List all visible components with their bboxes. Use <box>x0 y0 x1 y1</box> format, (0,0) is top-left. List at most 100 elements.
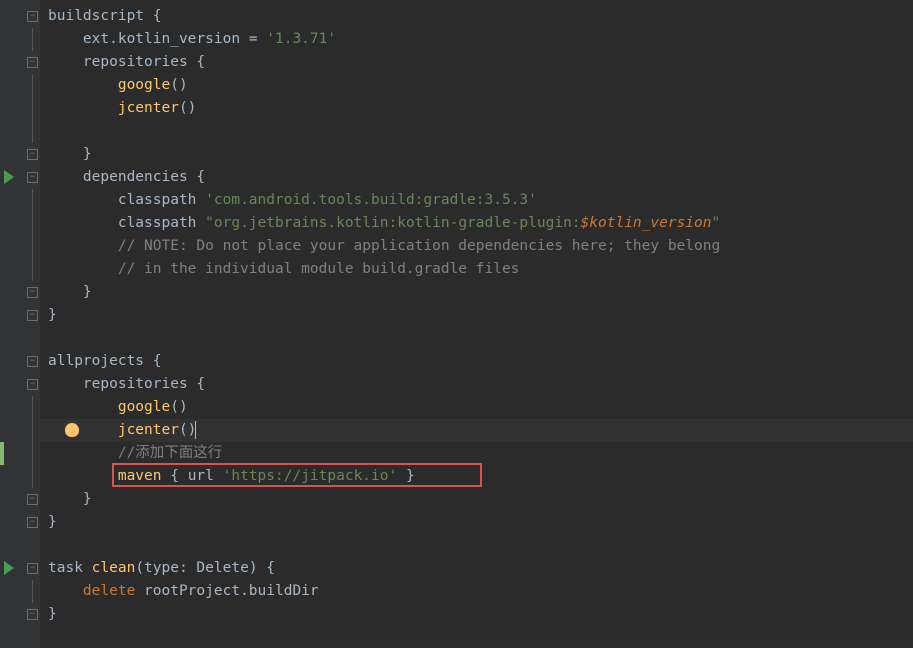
code-editor[interactable]: − − − − − − − − − − − − buildscript { ext.kotlin_ve… <box>0 0 913 648</box>
gutter-line <box>0 396 40 419</box>
fold-toggle-icon[interactable]: − <box>27 609 38 620</box>
code-line[interactable] <box>40 120 913 143</box>
fold-toggle-icon[interactable]: − <box>27 287 38 298</box>
gutter-line <box>0 465 40 488</box>
fold-guide <box>32 396 33 419</box>
code-token-identifier: dependencies <box>83 169 188 185</box>
code-token-string: '1.3.71' <box>266 31 336 47</box>
fold-guide <box>32 189 33 212</box>
code-token-identifier: buildDir <box>249 583 319 599</box>
indent <box>48 31 83 47</box>
indent <box>48 100 118 116</box>
fold-toggle-icon[interactable]: − <box>27 356 38 367</box>
code-token-brace: () <box>170 399 187 415</box>
code-line[interactable]: google() <box>40 74 913 97</box>
code-token-brace: () <box>179 422 196 438</box>
text-caret <box>195 421 196 439</box>
indent <box>48 284 83 300</box>
code-token-method: jcenter <box>118 100 179 116</box>
run-gutter-icon[interactable] <box>4 561 14 575</box>
code-line[interactable] <box>40 327 913 350</box>
gutter-line: − <box>0 603 40 626</box>
code-line[interactable]: allprojects { <box>40 350 913 373</box>
gutter-line: − <box>0 373 40 396</box>
code-line[interactable]: delete rootProject.buildDir <box>40 580 913 603</box>
gutter-line <box>0 419 40 442</box>
code-line[interactable]: google() <box>40 396 913 419</box>
indent <box>48 238 118 254</box>
code-token-brace: ( <box>135 560 144 576</box>
indent <box>48 399 118 415</box>
code-line[interactable]: repositories { <box>40 51 913 74</box>
run-gutter-icon[interactable] <box>4 170 14 184</box>
fold-toggle-icon[interactable]: − <box>27 310 38 321</box>
indent <box>48 146 83 162</box>
code-token-identifier: allprojects <box>48 353 144 369</box>
gutter-line: − <box>0 281 40 304</box>
fold-guide <box>32 120 33 143</box>
code-token-identifier: classpath <box>118 192 205 208</box>
code-line[interactable]: } <box>40 511 913 534</box>
fold-toggle-icon[interactable]: − <box>27 494 38 505</box>
code-line[interactable]: //添加下面这行 <box>40 442 913 465</box>
gutter-line <box>0 212 40 235</box>
code-token-brace: { <box>188 169 205 185</box>
code-token-brace: . <box>240 583 249 599</box>
code-line[interactable]: classpath "org.jetbrains.kotlin:kotlin-g… <box>40 212 913 235</box>
code-token-method: jcenter <box>118 422 179 438</box>
indent <box>48 215 118 231</box>
gutter-line <box>0 28 40 51</box>
gutter-line <box>0 120 40 143</box>
fold-toggle-icon[interactable]: − <box>27 172 38 183</box>
code-line[interactable]: ext.kotlin_version = '1.3.71' <box>40 28 913 51</box>
fold-toggle-icon[interactable]: − <box>27 57 38 68</box>
code-line[interactable]: jcenter() <box>40 419 913 442</box>
gutter-line <box>0 534 40 557</box>
intention-bulb-icon[interactable] <box>65 423 79 437</box>
code-line[interactable]: } <box>40 603 913 626</box>
code-token-brace: = <box>240 31 266 47</box>
code-line[interactable]: repositories { <box>40 373 913 396</box>
code-token-brace: } <box>48 514 57 530</box>
code-line[interactable]: classpath 'com.android.tools.build:gradl… <box>40 189 913 212</box>
code-token-identifier: type: Delete <box>144 560 249 576</box>
indent <box>48 192 118 208</box>
gutter-line: − <box>0 5 40 28</box>
code-line[interactable]: task clean(type: Delete) { <box>40 557 913 580</box>
fold-guide <box>32 258 33 281</box>
indent <box>48 445 118 461</box>
fold-guide <box>32 74 33 97</box>
code-line[interactable]: } <box>40 304 913 327</box>
gutter-line: − <box>0 304 40 327</box>
code-token-method: clean <box>92 560 136 576</box>
code-line[interactable]: } <box>40 281 913 304</box>
code-token-variable: $kotlin_version <box>581 215 712 231</box>
code-line[interactable] <box>40 534 913 557</box>
gutter-line <box>0 327 40 350</box>
gutter-line <box>0 235 40 258</box>
code-area[interactable]: buildscript { ext.kotlin_version = '1.3.… <box>40 0 913 648</box>
code-line[interactable]: // NOTE: Do not place your application d… <box>40 235 913 258</box>
code-token-brace: { <box>188 376 205 392</box>
fold-guide <box>32 465 33 488</box>
code-token-brace: { <box>144 8 161 24</box>
fold-toggle-icon[interactable]: − <box>27 379 38 390</box>
code-token-brace: } <box>397 468 414 484</box>
fold-toggle-icon[interactable]: − <box>27 149 38 160</box>
fold-toggle-icon[interactable]: − <box>27 11 38 22</box>
code-line[interactable]: buildscript { <box>40 5 913 28</box>
code-token-identifier: ext. <box>83 31 118 47</box>
gutter-line: − <box>0 143 40 166</box>
code-line[interactable]: // in the individual module build.gradle… <box>40 258 913 281</box>
code-line[interactable]: } <box>40 143 913 166</box>
code-line[interactable]: dependencies { <box>40 166 913 189</box>
code-token-method: maven <box>118 468 162 484</box>
fold-toggle-icon[interactable]: − <box>27 563 38 574</box>
code-line[interactable]: } <box>40 488 913 511</box>
code-line[interactable]: maven { url 'https://jitpack.io' } <box>40 465 913 488</box>
fold-toggle-icon[interactable]: − <box>27 517 38 528</box>
code-token-brace: { <box>144 353 161 369</box>
code-token-method: google <box>118 399 170 415</box>
code-token-brace: } <box>83 491 92 507</box>
code-line[interactable]: jcenter() <box>40 97 913 120</box>
